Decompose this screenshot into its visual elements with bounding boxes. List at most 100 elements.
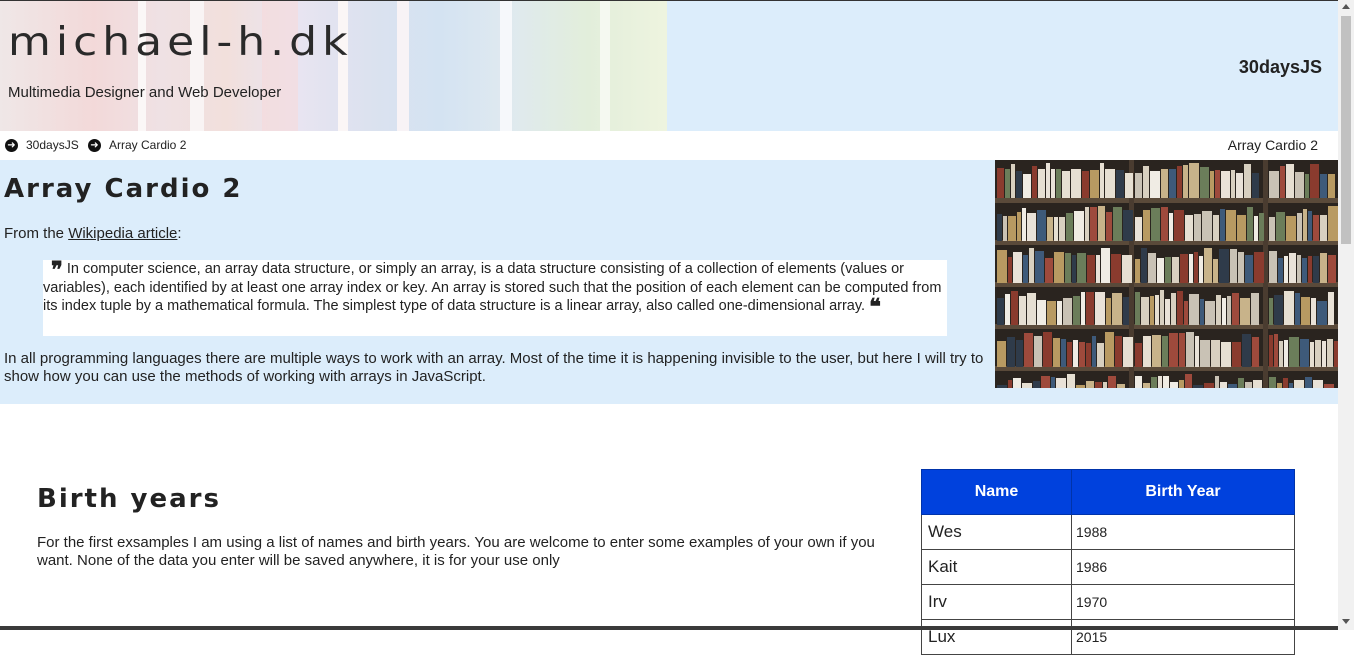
book-spine <box>1165 257 1171 283</box>
book-spine <box>1135 292 1140 325</box>
book-spine <box>1152 335 1161 367</box>
book-spine <box>1169 213 1173 241</box>
book-spine <box>1328 206 1338 241</box>
book-spine <box>1274 295 1283 325</box>
book-spine <box>1148 253 1156 283</box>
book-spine <box>1284 340 1288 367</box>
quote-text: In computer science, an array data struc… <box>43 261 942 314</box>
cell-name: Lux <box>921 619 1072 655</box>
book-spine <box>1194 252 1198 283</box>
book-spine <box>1079 342 1085 367</box>
book-spine <box>1123 210 1133 241</box>
book-spine <box>1237 215 1246 241</box>
book-spine <box>1054 217 1058 241</box>
book-spine <box>1037 300 1046 325</box>
book-spine <box>1189 163 1199 198</box>
window-bottom-edge <box>0 626 1338 630</box>
site-title[interactable]: michael-h.dk <box>8 19 353 65</box>
book-spine <box>1105 332 1114 367</box>
book-spine <box>1003 216 1007 241</box>
book-spine <box>997 214 1002 241</box>
cell-name: Kait <box>921 549 1072 585</box>
bookshelf-graphic <box>995 160 1338 388</box>
book-spine <box>1183 165 1188 198</box>
book-spine <box>1017 212 1021 241</box>
book-spine <box>1204 383 1214 388</box>
book-spine <box>1236 173 1243 198</box>
intro-paragraph: In all programming languages there are m… <box>4 350 984 385</box>
book-spine <box>1007 337 1015 367</box>
book-spine <box>1245 382 1252 388</box>
book-spine <box>1221 171 1230 198</box>
book-spine <box>1220 209 1225 241</box>
vertical-scrollbar[interactable] <box>1338 0 1354 630</box>
book-spine <box>1310 342 1314 367</box>
book-spine <box>1305 377 1312 388</box>
book-spine <box>1056 378 1066 388</box>
book-spine <box>1328 255 1336 283</box>
book-spine <box>1221 342 1231 367</box>
book-spine <box>1073 296 1080 325</box>
nav-link-30daysjs[interactable]: 30daysJS <box>1239 57 1322 78</box>
breadcrumb-item-array-cardio-2[interactable]: ➜ Array Cardio 2 <box>88 138 186 152</box>
book-spine <box>1022 383 1032 388</box>
book-spine <box>1135 343 1142 367</box>
book-spine <box>1205 301 1215 325</box>
column-header-name[interactable]: Name <box>921 469 1072 515</box>
book-spine <box>1150 171 1160 198</box>
book-spine <box>1096 255 1100 283</box>
book-spine <box>1135 376 1142 388</box>
book-spine <box>1228 384 1237 388</box>
breadcrumb-item-30daysjs[interactable]: ➜ 30daysJS <box>5 138 79 152</box>
book-spine <box>1269 171 1279 198</box>
book-spine <box>1027 293 1036 325</box>
book-spine <box>1184 301 1188 325</box>
book-spine <box>1073 340 1078 367</box>
book-spine <box>1320 215 1327 241</box>
book-spine <box>997 298 1004 325</box>
book-spine <box>1161 169 1168 198</box>
book-spine <box>1013 252 1022 283</box>
book-spine <box>1106 298 1111 325</box>
book-spine <box>1247 207 1253 241</box>
wikipedia-link[interactable]: Wikipedia article <box>68 225 177 242</box>
book-spine <box>1216 295 1221 325</box>
scroll-up-icon[interactable] <box>1342 4 1350 9</box>
page-title: Array Cardio 2 <box>4 174 243 204</box>
book-spine <box>1276 212 1285 241</box>
book-spine <box>1143 166 1149 198</box>
book-spine <box>1238 252 1244 283</box>
current-page-label: Array Cardio 2 <box>1227 137 1318 153</box>
book-spine <box>1165 299 1170 325</box>
book-spine <box>1051 169 1055 198</box>
book-spine <box>997 341 1006 367</box>
book-spine <box>1171 293 1176 325</box>
book-spine <box>1005 294 1010 325</box>
book-spine <box>1213 215 1219 241</box>
book-spine <box>1259 213 1264 241</box>
cell-year: 1986 <box>1071 549 1295 585</box>
book-spine <box>997 250 1007 283</box>
book-spine <box>1045 258 1053 283</box>
column-header-birth-year[interactable]: Birth Year <box>1071 469 1295 515</box>
book-spine <box>1041 376 1050 388</box>
book-spine <box>1061 339 1066 367</box>
scroll-down-icon[interactable] <box>1342 619 1350 624</box>
book-spine <box>1305 174 1309 198</box>
book-spine <box>1105 169 1115 198</box>
book-spine <box>1252 173 1259 198</box>
book-spine <box>1277 383 1282 388</box>
book-spine <box>1219 249 1229 283</box>
book-spine <box>1195 336 1199 367</box>
section-paragraph: For the first exsamples I am using a lis… <box>37 534 875 569</box>
scrollbar-thumb[interactable] <box>1341 16 1351 244</box>
book-spine <box>1189 294 1199 325</box>
book-spine <box>1177 291 1183 325</box>
book-spine <box>1123 337 1133 367</box>
book-spine <box>1253 380 1262 388</box>
book-spine <box>1310 164 1319 198</box>
book-spine <box>1043 332 1052 367</box>
book-spine <box>1308 256 1312 283</box>
book-spine <box>1242 334 1251 367</box>
book-spine <box>1081 292 1085 325</box>
